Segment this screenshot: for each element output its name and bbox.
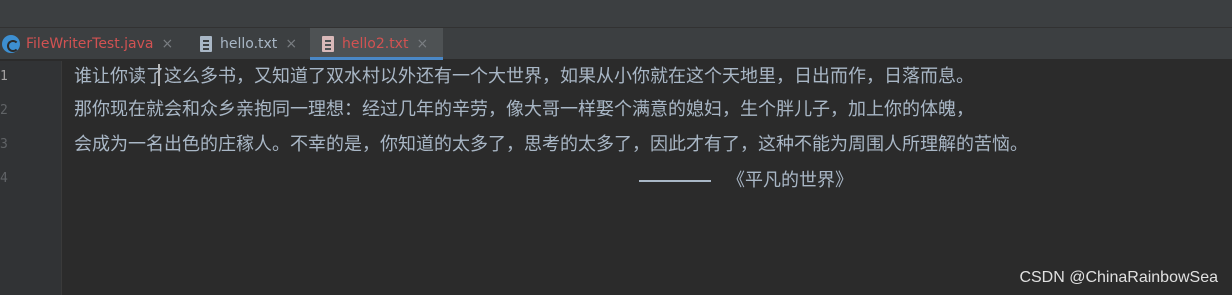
tab-hello2-txt[interactable]: hello2.txt × (310, 28, 443, 60)
line-number: 4 (0, 171, 8, 186)
tab-hello-txt[interactable]: hello.txt × (192, 28, 308, 60)
tab-label: hello.txt (220, 36, 278, 52)
java-class-icon (2, 35, 20, 53)
editor-line-4: 《平凡的世界》 (639, 169, 853, 193)
line-number: 2 (0, 103, 8, 118)
book-title: 《平凡的世界》 (727, 170, 853, 191)
close-icon[interactable]: × (162, 36, 174, 52)
text-caret (158, 64, 160, 86)
close-icon[interactable]: × (285, 36, 297, 52)
editor-line-3: 会成为一名出色的庄稼人。不幸的是，你知道的太多了，思考的太多了，因此才有了，这种… (74, 134, 1028, 155)
line-number-gutter[interactable]: 1 2 3 4 (0, 61, 62, 295)
line-number: 1 (0, 69, 8, 84)
text-file-icon (200, 36, 212, 52)
editor-line-1: 谁让你读了这么多书，又知道了双水村以外还有一个大世界，如果从小你就在这个天地里，… (74, 66, 974, 87)
tab-label: FileWriterTest.java (26, 36, 154, 52)
line-number: 3 (0, 137, 8, 152)
tab-label: hello2.txt (342, 36, 409, 52)
editor-tab-bar: FileWriterTest.java × hello.txt × hello2… (0, 28, 1232, 60)
close-icon[interactable]: × (416, 36, 428, 52)
em-dash-rule (639, 180, 711, 182)
text-file-icon (322, 36, 334, 52)
active-tab-indicator (310, 57, 443, 60)
watermark: CSDN @ChinaRainbowSea (1019, 269, 1218, 286)
window-top-strip (0, 0, 1232, 28)
text-editor[interactable]: 谁让你读了这么多书，又知道了双水村以外还有一个大世界，如果从小你就在这个天地里，… (63, 61, 1232, 295)
tab-filewritertest-java[interactable]: FileWriterTest.java × (0, 28, 186, 60)
editor-line-2: 那你现在就会和众乡亲抱同一理想：经过几年的辛劳，像大哥一样娶个满意的媳妇，生个胖… (74, 99, 974, 120)
